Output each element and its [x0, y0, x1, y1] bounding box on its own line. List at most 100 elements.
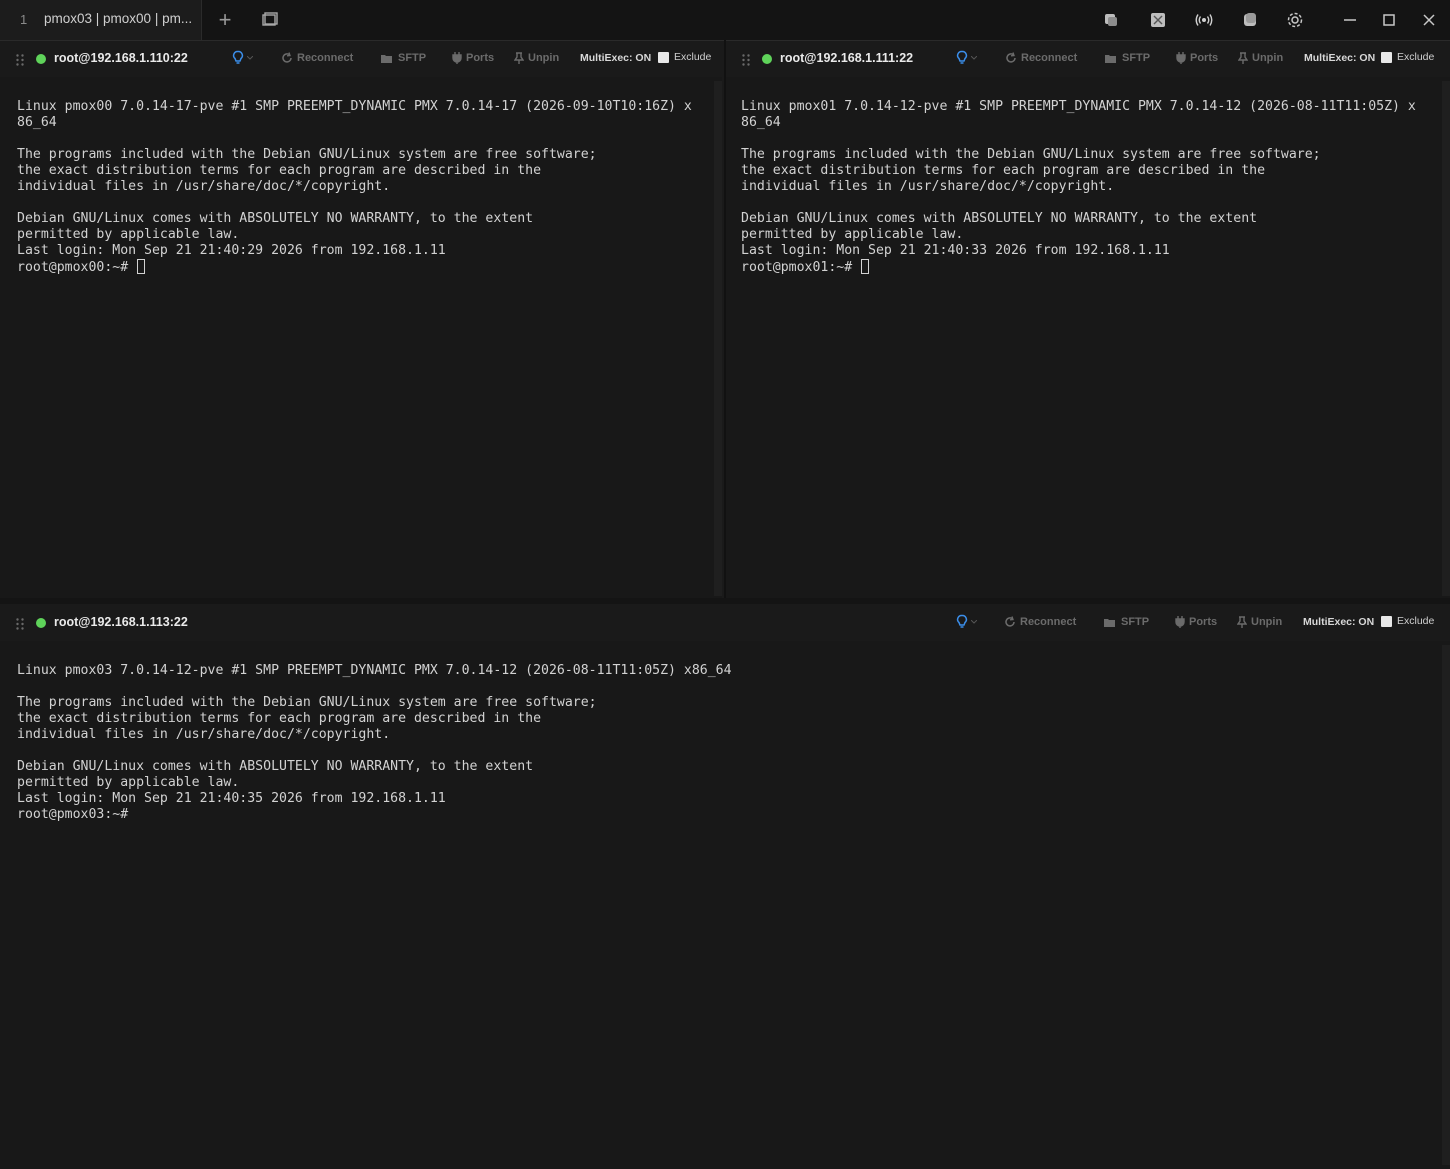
pane-toolbar: root@192.168.1.110:22 Reconnect SFTP Por…	[0, 41, 722, 77]
multiexec-toggle[interactable]: MultiExec: ON	[1303, 616, 1374, 628]
exclude-checkbox[interactable]: Exclude	[1381, 51, 1434, 63]
exclude-label: Exclude	[674, 51, 712, 63]
plug-icon	[1176, 52, 1186, 64]
scrollbar[interactable]	[1442, 81, 1450, 596]
reconnect-icon	[282, 52, 292, 63]
unpin-label: Unpin	[528, 52, 560, 64]
terminal-line: Last login: Mon Sep 21 21:40:29 2026 fro…	[17, 243, 446, 258]
ports-button[interactable]: Ports	[1175, 616, 1217, 628]
ports-label: Ports	[1190, 52, 1219, 64]
pin-icon	[1237, 616, 1247, 628]
sftp-button[interactable]: SFTP	[1103, 616, 1149, 628]
terminal-line: Linux pmox03 7.0.14-12-pve #1 SMP PREEMP…	[17, 663, 732, 678]
pin-icon	[1238, 52, 1248, 64]
sftp-label: SFTP	[1121, 616, 1150, 628]
scrollbar[interactable]	[1442, 645, 1450, 1165]
pin-icon	[514, 52, 524, 64]
hint-button[interactable]	[232, 50, 253, 66]
unpin-button[interactable]: Unpin	[1238, 52, 1283, 64]
terminal-line: The programs included with the Debian GN…	[741, 147, 1321, 162]
session-tab[interactable]: 1 pmox03 | pmox00 | pm...	[0, 0, 202, 40]
exclude-label: Exclude	[1397, 615, 1435, 627]
terminal-line: individual files in /usr/share/doc/*/cop…	[17, 727, 391, 742]
exclude-checkbox[interactable]: Exclude	[658, 51, 711, 63]
plug-icon	[452, 52, 462, 64]
sftp-button[interactable]: SFTP	[380, 52, 426, 64]
sftp-button[interactable]: SFTP	[1104, 52, 1150, 64]
folder-icon	[381, 54, 392, 63]
terminal-output[interactable]: Linux pmox01 7.0.14-12-pve #1 SMP PREEMP…	[741, 99, 1416, 276]
host-label: root@192.168.1.110:22	[54, 51, 188, 65]
settings-icon[interactable]	[1286, 11, 1304, 29]
reconnect-button[interactable]: Reconnect	[1004, 616, 1076, 628]
terminal-line: 86_64	[741, 115, 781, 130]
hint-button[interactable]	[956, 50, 977, 66]
checkbox-box[interactable]	[1381, 615, 1392, 627]
terminal-line: permitted by applicable law.	[17, 227, 240, 242]
chevron-down-icon	[971, 56, 977, 60]
split-icon[interactable]	[1102, 11, 1120, 29]
chevron-down-icon	[971, 620, 977, 624]
exclude-checkbox[interactable]: Exclude	[1381, 615, 1434, 627]
maximize-button[interactable]	[1379, 10, 1399, 30]
add-tab-button[interactable]: +	[215, 5, 235, 35]
host-label: root@192.168.1.113:22	[54, 615, 188, 629]
bulb-icon	[956, 50, 968, 64]
terminal-pane-1[interactable]: root@192.168.1.110:22 Reconnect SFTP Por…	[0, 41, 722, 598]
unpin-button[interactable]: Unpin	[514, 52, 559, 64]
terminal-line: the exact distribution terms for each pr…	[741, 163, 1266, 178]
terminal-line: individual files in /usr/share/doc/*/cop…	[17, 179, 391, 194]
terminal-pane-2[interactable]: root@192.168.1.111:22 Reconnect SFTP Por…	[726, 41, 1450, 598]
scrollbar[interactable]	[714, 81, 722, 596]
close-button[interactable]	[1419, 10, 1439, 30]
pane-toolbar: root@192.168.1.111:22 Reconnect SFTP Por…	[726, 41, 1450, 77]
drag-handle-icon[interactable]	[16, 618, 24, 630]
terminal-lines: Linux pmox01 7.0.14-12-pve #1 SMP PREEMP…	[741, 99, 1416, 258]
reconnect-label: Reconnect	[297, 52, 354, 64]
checkbox-box[interactable]	[1381, 51, 1392, 63]
terminal-pane-3[interactable]: root@192.168.1.113:22 Reconnect SFTP Por…	[0, 605, 1450, 1169]
checkbox-box[interactable]	[658, 51, 669, 63]
shell-prompt: root@pmox01:~#	[741, 260, 861, 275]
terminal-line: The programs included with the Debian GN…	[17, 695, 597, 710]
exclude-label: Exclude	[1397, 51, 1435, 63]
unpin-button[interactable]: Unpin	[1237, 616, 1282, 628]
reconnect-button[interactable]: Reconnect	[1005, 52, 1077, 64]
terminal-line: permitted by applicable law.	[17, 775, 240, 790]
terminal-line: permitted by applicable law.	[741, 227, 964, 242]
shell-prompt: root@pmox03:~#	[17, 807, 129, 822]
sftp-label: SFTP	[1122, 52, 1151, 64]
pane-divider-horizontal[interactable]	[0, 598, 1450, 604]
terminal-cursor	[137, 259, 146, 274]
connection-status-dot	[36, 618, 46, 628]
drag-handle-icon[interactable]	[742, 54, 750, 66]
hint-button[interactable]	[956, 614, 977, 630]
ports-button[interactable]: Ports	[452, 52, 494, 64]
multiexec-toggle[interactable]: MultiExec: ON	[580, 52, 651, 64]
ports-label: Ports	[466, 52, 495, 64]
sftp-label: SFTP	[398, 52, 427, 64]
stack-icon[interactable]	[1241, 11, 1259, 29]
tab-index: 1	[20, 12, 28, 27]
reconnect-button[interactable]: Reconnect	[281, 52, 353, 64]
terminal-line: Linux pmox00 7.0.14-17-pve #1 SMP PREEMP…	[17, 99, 692, 114]
terminal-line: Debian GNU/Linux comes with ABSOLUTELY N…	[17, 759, 534, 774]
terminal-output[interactable]: Linux pmox03 7.0.14-12-pve #1 SMP PREEMP…	[17, 663, 732, 823]
drag-handle-icon[interactable]	[16, 54, 24, 66]
terminal-line: Debian GNU/Linux comes with ABSOLUTELY N…	[17, 211, 534, 226]
tab-overview-icon[interactable]	[262, 12, 278, 26]
terminal-lines: Linux pmox00 7.0.14-17-pve #1 SMP PREEMP…	[17, 99, 692, 258]
terminal-line: Debian GNU/Linux comes with ABSOLUTELY N…	[741, 211, 1258, 226]
terminal-line: Linux pmox01 7.0.14-12-pve #1 SMP PREEMP…	[741, 99, 1416, 114]
minimize-button[interactable]	[1340, 10, 1360, 30]
broadcast-icon[interactable]	[1195, 11, 1213, 29]
terminal-output[interactable]: Linux pmox00 7.0.14-17-pve #1 SMP PREEMP…	[17, 99, 692, 276]
multiexec-toggle[interactable]: MultiExec: ON	[1304, 52, 1375, 64]
grid-icon[interactable]	[1149, 11, 1167, 29]
ports-button[interactable]: Ports	[1176, 52, 1218, 64]
terminal-line: 86_64	[17, 115, 57, 130]
terminal-line: The programs included with the Debian GN…	[17, 147, 597, 162]
tab-title[interactable]: pmox03 | pmox00 | pm...	[44, 11, 192, 26]
folder-icon	[1105, 54, 1116, 63]
ports-label: Ports	[1189, 616, 1218, 628]
